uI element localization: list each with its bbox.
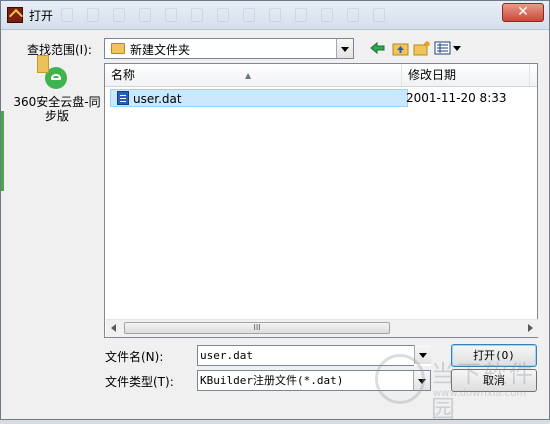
open-file-dialog: 打开 ✕ 查找范围(I): 新建文件夹 360安全云盘-同步版 名称 ▲ 修改日… [0,0,550,423]
view-menu-icon[interactable] [434,40,464,56]
scroll-right-icon[interactable] [528,324,533,332]
chevron-down-icon[interactable] [336,39,353,58]
place-label: 360安全云盘-同步版 [13,95,101,123]
column-header-name[interactable]: 名称 ▲ [105,64,402,86]
cloud-sync-icon [37,55,67,89]
app-icon [7,7,23,23]
filename-value: user.dat [200,349,253,362]
background-toolbar-ghost [61,8,441,22]
close-button[interactable]: ✕ [502,3,544,22]
new-folder-icon[interactable] [413,40,431,56]
lookin-dropdown[interactable]: 新建文件夹 [104,38,354,59]
chevron-down-icon[interactable] [413,371,430,390]
file-list[interactable]: 名称 ▲ 修改日期 user.dat 2001-11-20 8:33 III [104,63,538,338]
file-row[interactable]: user.dat [110,89,408,107]
scroll-thumb[interactable]: III [124,322,390,334]
file-name-cell: user.dat [133,92,182,106]
file-icon [117,91,129,105]
filename-history-dropdown[interactable] [414,345,431,366]
open-button[interactable]: 打开(O) [451,344,537,367]
horizontal-scrollbar[interactable]: III [106,319,538,337]
places-bar: 360安全云盘-同步版 [11,55,101,361]
filetype-dropdown[interactable]: KBuilder注册文件(*.dat) [197,370,431,391]
place-item-cloud-sync[interactable]: 360安全云盘-同步版 [11,55,101,123]
filetype-value: KBuilder注册文件(*.dat) [200,374,344,387]
column-name-label: 名称 [111,68,136,82]
back-arrow-icon[interactable] [369,40,387,56]
column-date-label: 修改日期 [408,68,457,82]
filename-input[interactable]: user.dat [197,345,431,366]
lookin-value: 新建文件夹 [130,43,191,57]
chevron-down-icon[interactable] [414,345,431,364]
scroll-left-icon[interactable] [111,324,116,332]
folder-icon [111,43,125,54]
up-folder-icon[interactable] [392,40,410,56]
filetype-label: 文件类型(T): [105,375,174,389]
file-date-cell: 2001-11-20 8:33 [406,91,507,105]
sort-ascending-icon: ▲ [245,71,252,80]
window-title: 打开 [29,9,54,23]
filename-label: 文件名(N): [105,350,164,364]
background-window-edge [1,111,4,191]
column-header-date[interactable]: 修改日期 [402,64,530,86]
cancel-button[interactable]: 取消 [451,369,537,392]
title-bar[interactable]: 打开 ✕ [1,1,549,30]
column-header-row: 名称 ▲ 修改日期 [105,64,537,87]
